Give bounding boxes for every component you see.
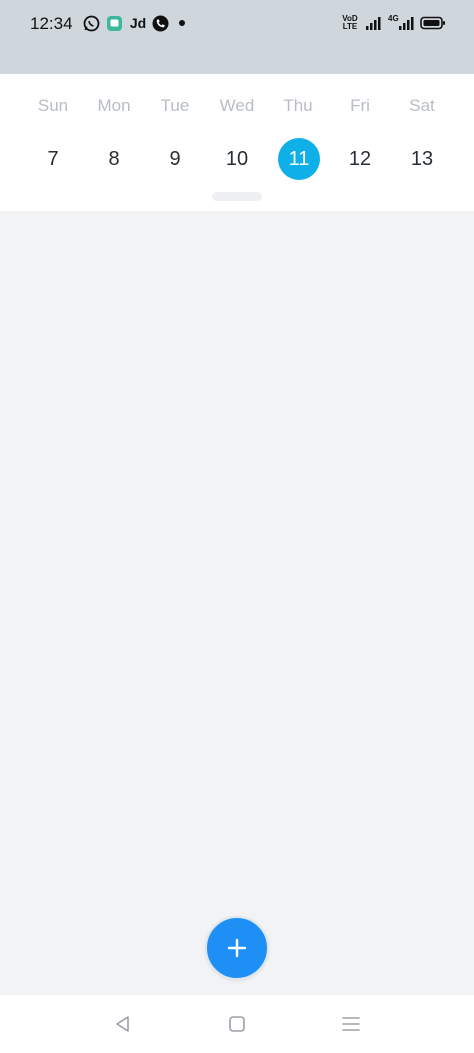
status-time: 12:34: [30, 14, 73, 33]
day-number: 10: [225, 148, 249, 170]
battery-icon: [420, 14, 446, 32]
selected-day-indicator[interactable]: 11: [278, 138, 320, 180]
day-name: Tue: [160, 96, 190, 115]
expand-handle[interactable]: [212, 192, 262, 201]
plus-icon: [227, 938, 247, 958]
system-nav-bar: [0, 995, 474, 1053]
volte-line2: LTE: [342, 22, 358, 31]
day-name: Thu: [283, 96, 313, 115]
dot-icon: [178, 14, 186, 32]
week-calendar: Sun 7 Mon 8 Tue 9 Wed 10 Thu Fri 12 Sat …: [0, 74, 474, 211]
signal-icon: [365, 14, 381, 32]
day-number: 13: [410, 148, 434, 170]
day-name: Fri: [350, 96, 370, 115]
day-sat[interactable]: Sat 13: [392, 74, 452, 211]
day-name: Sun: [37, 96, 69, 115]
call-icon: [151, 14, 169, 32]
day-sun[interactable]: Sun 7: [23, 74, 83, 211]
back-icon: [116, 1016, 129, 1032]
day-name: Sat: [409, 96, 435, 115]
day-tue[interactable]: Tue 9: [145, 74, 205, 211]
add-event-button[interactable]: [205, 916, 269, 980]
day-number: 9: [169, 148, 181, 170]
day-name: Mon: [97, 96, 131, 115]
menu-icon: [342, 1017, 360, 1031]
signal-4g-icon: 4G: [388, 14, 416, 32]
status-bar: 12:34 Jd VoD LTE 4G: [0, 0, 474, 74]
day-number: 12: [348, 148, 372, 170]
event-list: [0, 211, 474, 995]
messages-icon: [106, 14, 123, 32]
day-mon[interactable]: Mon 8: [84, 74, 144, 211]
back-button[interactable]: [112, 1013, 134, 1035]
selected-day-number: 11: [288, 148, 310, 170]
home-button[interactable]: [226, 1013, 248, 1035]
day-number: 7: [47, 148, 59, 170]
jd-icon: Jd: [129, 15, 147, 31]
home-icon: [229, 1016, 245, 1032]
day-number: 8: [108, 148, 120, 170]
volte-icon: VoD LTE: [341, 14, 359, 32]
whatsapp-icon: [82, 14, 100, 32]
menu-button[interactable]: [340, 1013, 362, 1035]
day-wed[interactable]: Wed 10: [207, 74, 267, 211]
day-fri[interactable]: Fri 12: [330, 74, 390, 211]
day-name: Wed: [219, 96, 255, 115]
